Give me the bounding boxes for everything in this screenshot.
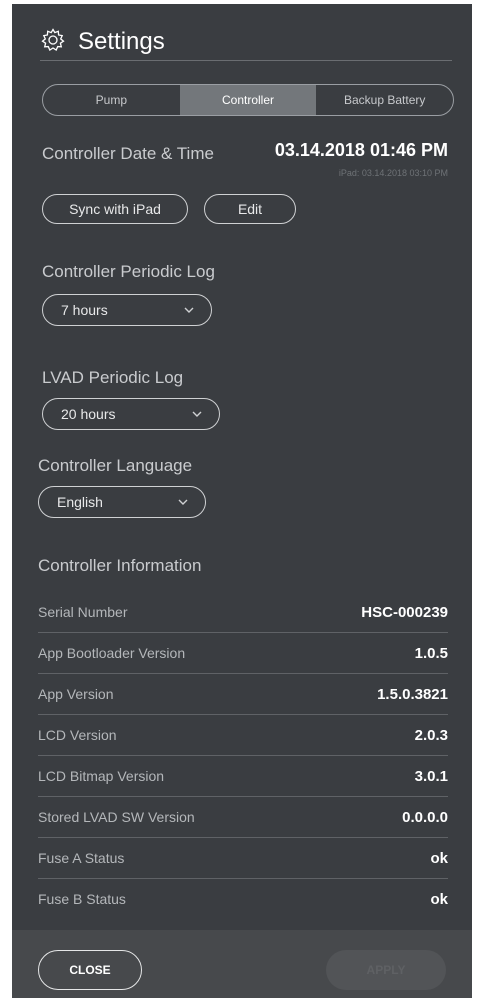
controller-log-value: 7 hours xyxy=(61,302,108,318)
info-value: ok xyxy=(430,849,448,867)
language-label: Controller Language xyxy=(38,456,193,475)
info-value: 0.0.0.0 xyxy=(402,808,448,826)
lvad-log-label: LVAD Periodic Log xyxy=(42,368,184,387)
info-value: HSC-000239 xyxy=(361,603,448,621)
info-key: App Version xyxy=(38,686,114,702)
chevron-down-icon xyxy=(178,499,188,505)
ipad-datetime: iPad: 03.14.2018 03:10 PM xyxy=(338,168,448,178)
info-row-fuse-a-status: Fuse A Status ok xyxy=(38,838,448,879)
info-row-app-bootloader-version: App Bootloader Version 1.0.5 xyxy=(38,633,448,674)
info-value: 1.0.5 xyxy=(414,644,448,662)
info-key: App Bootloader Version xyxy=(38,645,186,661)
info-key: Fuse A Status xyxy=(38,850,125,866)
lvad-log-dropdown[interactable]: 20 hours xyxy=(42,398,220,430)
controller-log-label: Controller Periodic Log xyxy=(42,262,215,281)
tab-pump[interactable]: Pump xyxy=(43,85,180,115)
info-value: 1.5.0.3821 xyxy=(377,685,448,703)
header-divider xyxy=(40,60,452,61)
controller-log-dropdown[interactable]: 7 hours xyxy=(42,294,212,326)
tab-backup-battery[interactable]: Backup Battery xyxy=(316,85,453,115)
sync-with-ipad-button[interactable]: Sync with iPad xyxy=(42,194,188,224)
apply-button[interactable]: APPLY xyxy=(326,950,446,990)
info-key: LCD Bitmap Version xyxy=(38,768,165,784)
info-key: LCD Version xyxy=(38,727,117,743)
info-key: Serial Number xyxy=(38,604,128,620)
info-row-serial-number: Serial Number HSC-000239 xyxy=(38,592,448,633)
chevron-down-icon xyxy=(192,411,202,417)
edit-button[interactable]: Edit xyxy=(204,194,296,224)
page-title: Settings xyxy=(78,28,165,55)
info-key: Fuse B Status xyxy=(38,891,126,907)
lvad-log-value: 20 hours xyxy=(61,406,116,422)
info-row-lcd-version: LCD Version 2.0.3 xyxy=(38,715,448,756)
info-row-fuse-b-status: Fuse B Status ok xyxy=(38,879,448,919)
info-value: ok xyxy=(430,890,448,908)
header: Settings xyxy=(40,18,165,66)
settings-panel: Settings Pump Controller Backup Battery … xyxy=(12,4,472,998)
info-value: 3.0.1 xyxy=(414,767,448,785)
chevron-down-icon xyxy=(184,307,194,313)
info-key: Stored LVAD SW Version xyxy=(38,809,195,825)
info-row-lcd-bitmap-version: LCD Bitmap Version 3.0.1 xyxy=(38,756,448,797)
datetime-label: Controller Date & Time xyxy=(42,144,214,163)
language-value: English xyxy=(57,494,103,510)
controller-info-title: Controller Information xyxy=(38,556,202,575)
gear-icon xyxy=(40,27,66,58)
controller-info-list: Serial Number HSC-000239 App Bootloader … xyxy=(38,592,448,919)
info-value: 2.0.3 xyxy=(414,726,448,744)
tab-controller[interactable]: Controller xyxy=(179,85,317,115)
tab-bar: Pump Controller Backup Battery xyxy=(42,84,454,116)
datetime-value: 03.14.2018 01:46 PM xyxy=(274,140,448,160)
footer-bar: CLOSE APPLY xyxy=(12,930,472,998)
info-row-stored-lvad-sw-version: Stored LVAD SW Version 0.0.0.0 xyxy=(38,797,448,838)
language-dropdown[interactable]: English xyxy=(38,486,206,518)
close-button[interactable]: CLOSE xyxy=(38,950,142,990)
info-row-app-version: App Version 1.5.0.3821 xyxy=(38,674,448,715)
